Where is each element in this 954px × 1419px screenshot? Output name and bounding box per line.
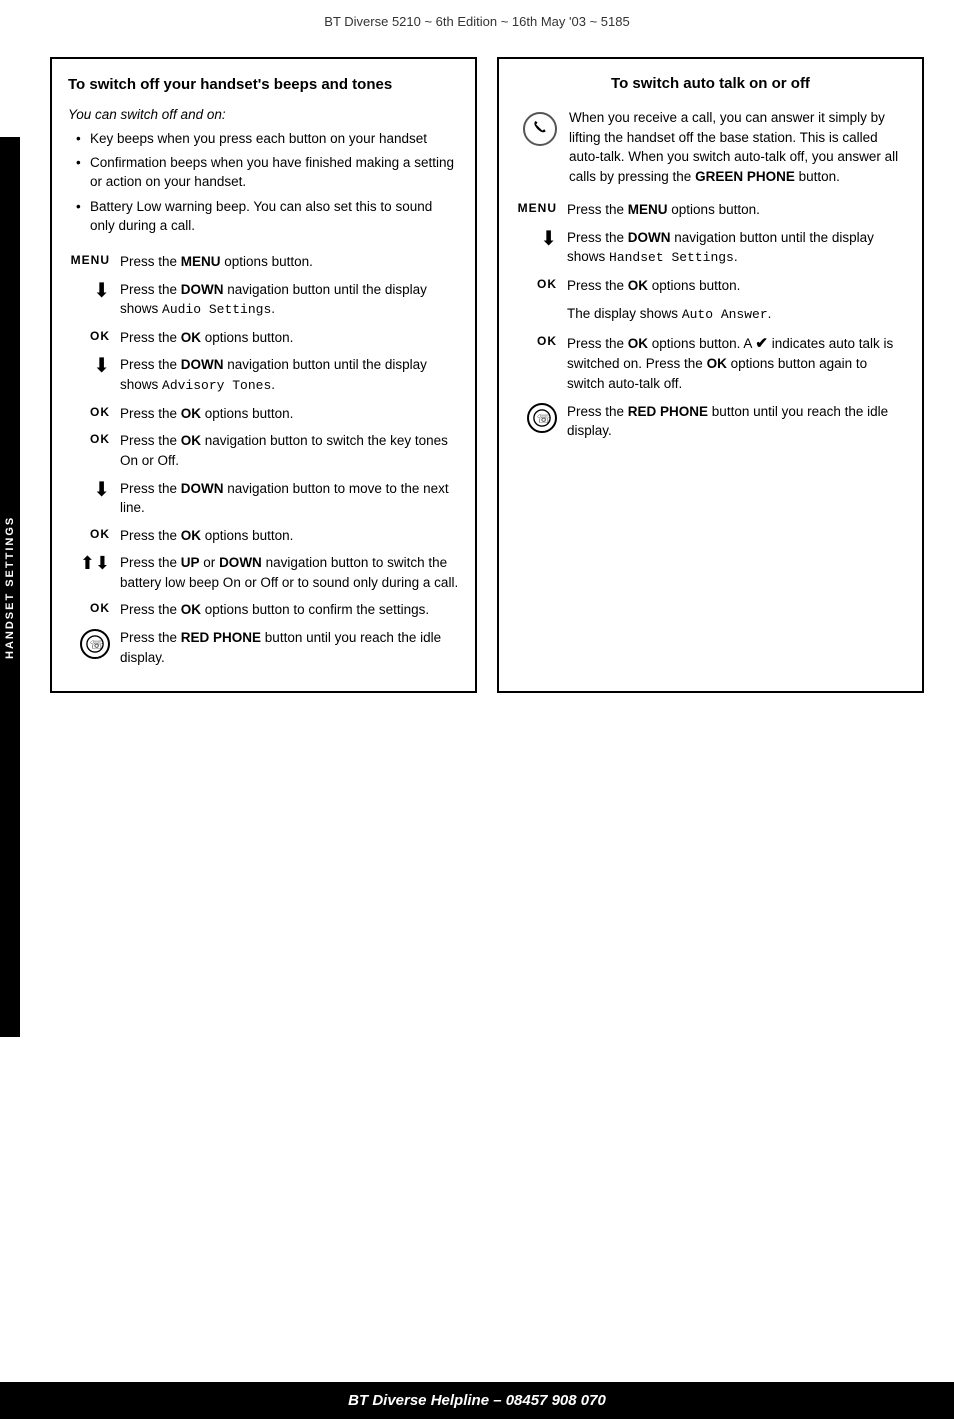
right-column: To switch auto talk on or off When you r… xyxy=(497,57,924,693)
menu-icon-right: MENU xyxy=(515,200,557,215)
green-phone-intro-icon xyxy=(515,108,557,146)
step-ok1-left: OK Press the OK options button. xyxy=(68,328,459,348)
header-title: BT Diverse 5210 ~ 6th Edition ~ 16th May… xyxy=(324,14,629,29)
red-phone-icon-left: ☏ xyxy=(68,628,110,659)
right-intro-block: When you receive a call, you can answer … xyxy=(515,108,906,186)
step-menu-left: MENU Press the MENU options button. xyxy=(68,252,459,272)
ok-icon-3: OK xyxy=(68,431,110,446)
arrow-down-icon-1: ⬇ xyxy=(68,280,110,301)
ok-icon-4: OK xyxy=(68,526,110,541)
step-down1-right: ⬇ Press the DOWN navigation button until… xyxy=(515,228,906,268)
ok-icon-1: OK xyxy=(68,328,110,343)
right-intro-description: When you receive a call, you can answer … xyxy=(569,108,906,186)
menu-icon-left: MENU xyxy=(68,252,110,267)
arrow-down-icon-right-1: ⬇ xyxy=(515,228,557,249)
left-column-title: To switch off your handset's beeps and t… xyxy=(68,75,459,95)
arrow-down-icon-2: ⬇ xyxy=(68,355,110,376)
page-footer: BT Diverse Helpline – 08457 908 070 xyxy=(0,1382,954,1419)
footer-text: BT Diverse Helpline – 08457 908 070 xyxy=(348,1392,606,1409)
ok-icon-right-1: OK xyxy=(515,276,557,291)
step-ok4-left: OK Press the OK options button. xyxy=(68,526,459,546)
sidebar-label: HANDSET SETTINGS xyxy=(0,137,20,1037)
red-phone-icon-right: ☏ xyxy=(515,402,557,433)
ok-icon-right-2: OK xyxy=(515,333,557,348)
svg-text:☏: ☏ xyxy=(90,638,104,651)
list-item: Key beeps when you press each button on … xyxy=(76,130,459,149)
step-down3-left: ⬇ Press the DOWN navigation button to mo… xyxy=(68,479,459,518)
ok-icon-2: OK xyxy=(68,404,110,419)
ok-icon-5: OK xyxy=(68,600,110,615)
step-red-phone-left: ☏ Press the RED PHONE button until you r… xyxy=(68,628,459,667)
step-ok2-right: OK Press the OK options button. A ✔ indi… xyxy=(515,333,906,394)
bullet-list: Key beeps when you press each button on … xyxy=(68,130,459,236)
list-item: Battery Low warning beep. You can also s… xyxy=(76,198,459,236)
arrow-updown-icon: ⬆⬇ xyxy=(68,553,110,572)
right-column-title: To switch auto talk on or off xyxy=(515,75,906,92)
step-ok5-left: OK Press the OK options button to confir… xyxy=(68,600,459,620)
list-item: Confirmation beeps when you have finishe… xyxy=(76,154,459,192)
step-down1-left: ⬇ Press the DOWN navigation button until… xyxy=(68,280,459,320)
step-red-phone-right: ☏ Press the RED PHONE button until you r… xyxy=(515,402,906,441)
page-header: BT Diverse 5210 ~ 6th Edition ~ 16th May… xyxy=(0,0,954,37)
step-ok3-left: OK Press the OK navigation button to swi… xyxy=(68,431,459,470)
step-down2-left: ⬇ Press the DOWN navigation button until… xyxy=(68,355,459,395)
svg-text:☏: ☏ xyxy=(537,412,551,425)
left-intro-text: You can switch off and on: xyxy=(68,107,459,122)
step-ok2-left: OK Press the OK options button. xyxy=(68,404,459,424)
step-menu-right: MENU Press the MENU options button. xyxy=(515,200,906,220)
left-column: To switch off your handset's beeps and t… xyxy=(50,57,477,693)
step-ok1-right: OK Press the OK options button. xyxy=(515,276,906,296)
step-display-right: The display shows Auto Answer. xyxy=(515,304,906,325)
arrow-down-icon-3: ⬇ xyxy=(68,479,110,500)
step-updown-left: ⬆⬇ Press the UP or DOWN navigation butto… xyxy=(68,553,459,592)
